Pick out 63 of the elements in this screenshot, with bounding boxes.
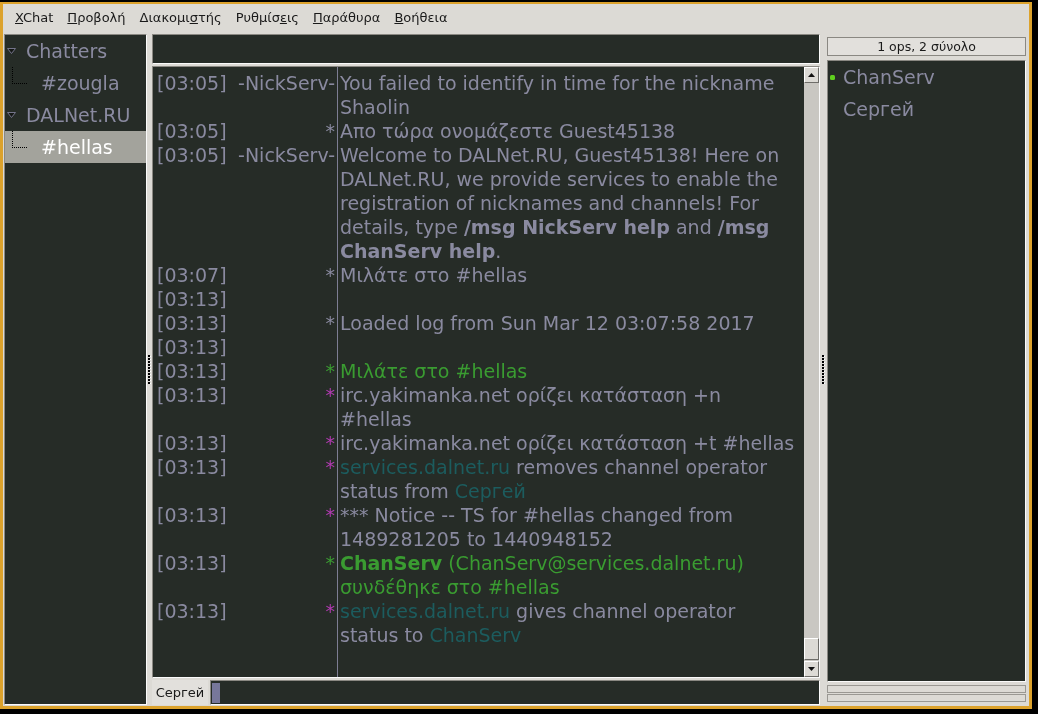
scrollbar-thumb[interactable] <box>804 638 819 660</box>
chat-message: ChanServ (ChanServ@services.dalnet.ru) συνδέθηκε στο #hellas <box>340 551 745 599</box>
pane-resize-handle[interactable] <box>821 354 825 385</box>
timestamp: [03:13] <box>157 359 227 383</box>
chat-message: Απο τώρα ονομάζεστε Guest45138 <box>340 119 677 143</box>
scrollbar-track[interactable] <box>804 67 819 677</box>
timestamp: [03:05] <box>157 71 227 95</box>
menu-item[interactable]: Προβολή <box>60 7 133 28</box>
timestamp: [03:13] <box>157 335 227 359</box>
chat-message: Welcome to DALNet.RU, Guest45138! Here on DALNet.RU, we provide services to enable the registration of nicknames and channels! For details, type /msg NickServ help and /msg ChanServ help. <box>340 143 781 263</box>
nick: * <box>325 383 335 407</box>
nick-button[interactable]: Сергей <box>152 680 208 705</box>
timestamp: [03:13] <box>157 455 227 479</box>
channel-tree-item[interactable]: #zougla <box>5 67 146 99</box>
timestamp: [03:13] <box>157 311 227 335</box>
chat-message: irc.yakimanka.net ορίζει κατάσταση +t #hellas <box>340 431 796 455</box>
message-input[interactable] <box>210 680 820 705</box>
menu-item[interactable]: Βοήθεια <box>387 7 455 28</box>
nick: -NickServ- <box>238 143 335 167</box>
nick: * <box>325 119 335 143</box>
expander-icon[interactable] <box>7 112 16 118</box>
timestamp: [03:13] <box>157 383 227 407</box>
channel-tree-item[interactable]: Chatters <box>5 35 146 67</box>
nick: * <box>325 263 335 287</box>
tree-connector-icon <box>12 67 28 84</box>
chat-message: Μιλάτε στο #hellas <box>340 359 529 383</box>
nick: * <box>325 503 335 527</box>
timestamp: [03:05] <box>157 143 227 167</box>
menu-item[interactable]: Διακομιστής <box>132 7 229 28</box>
tree-connector-icon <box>12 131 28 148</box>
menu-item[interactable]: XChat <box>8 7 61 28</box>
channel-tree-item[interactable]: DALNet.RU <box>5 99 146 131</box>
chat-message: Μιλάτε στο #hellas <box>340 263 529 287</box>
arrow-up-icon <box>808 73 815 77</box>
user-list-item[interactable]: ChanServ <box>828 61 1025 93</box>
timestamp: [03:13] <box>157 431 227 455</box>
scroll-down-button[interactable] <box>804 661 819 677</box>
arrow-down-icon <box>808 667 815 671</box>
timestamp: [03:13] <box>157 503 227 527</box>
expander-icon[interactable] <box>7 48 16 54</box>
topic-field[interactable] <box>152 34 820 64</box>
menu-item[interactable]: Ρυθμίσεις <box>228 7 306 28</box>
chat-message: You failed to identify in time for the nickname Shaolin <box>340 71 776 119</box>
timestamp: [03:13] <box>157 287 227 311</box>
user-count-header: 1 ops, 2 σύνολο <box>827 37 1026 56</box>
nick: * <box>325 431 335 455</box>
chat-message: Loaded log from Sun Mar 12 03:07:58 2017 <box>340 311 756 335</box>
nick: * <box>325 359 335 383</box>
scroll-up-button[interactable] <box>804 67 819 83</box>
timestamp: [03:13] <box>157 599 227 623</box>
nick: * <box>325 455 335 479</box>
timestamp: [03:13] <box>157 551 227 575</box>
nick: * <box>325 311 335 335</box>
pane-resize-handle[interactable] <box>148 354 151 385</box>
user-list-item[interactable]: Сергей <box>828 93 1025 125</box>
nick: -NickServ- <box>238 71 335 95</box>
timestamp: [03:05] <box>157 119 227 143</box>
timestamp: [03:07] <box>157 263 227 287</box>
chat-message: *** Notice -- TS for #hellas changed from 1489281205 to 1440948152 <box>340 503 734 551</box>
nick: * <box>325 551 335 575</box>
text-cursor-icon <box>212 682 220 703</box>
menu-item[interactable]: Παράθυρα <box>305 7 388 28</box>
nick: * <box>325 599 335 623</box>
